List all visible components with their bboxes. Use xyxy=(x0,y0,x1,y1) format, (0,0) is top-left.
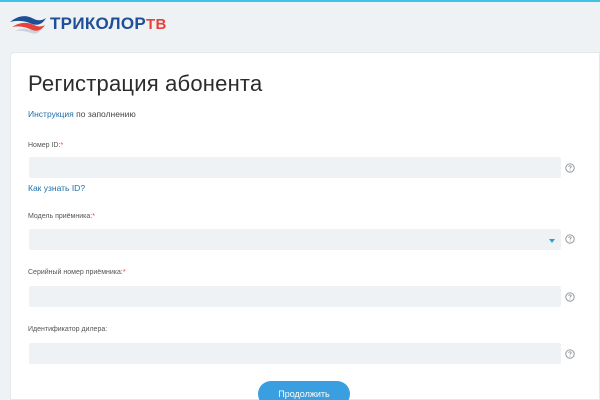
instruction-link[interactable]: Инструкция xyxy=(28,109,74,119)
model-select[interactable] xyxy=(29,229,561,250)
logo-brand-suffix: ТВ xyxy=(146,16,167,33)
id-input[interactable] xyxy=(29,157,561,178)
logo-text: ТРИКОЛОР ТВ xyxy=(50,14,167,34)
serial-field-label: Серийный номер приёмника:* xyxy=(28,269,126,276)
top-accent-line xyxy=(0,0,600,2)
page-title: Регистрация абонента xyxy=(28,71,263,96)
how-to-find-id-link[interactable]: Как узнать ID? xyxy=(28,183,85,193)
registration-card: Регистрация абонента Инструкция по запол… xyxy=(10,52,600,400)
id-field-label: Номер ID:* xyxy=(28,142,64,149)
chevron-down-icon[interactable] xyxy=(549,239,555,243)
question-circle-icon[interactable] xyxy=(565,163,575,173)
required-mark: * xyxy=(92,213,95,220)
question-circle-icon[interactable] xyxy=(565,292,575,302)
model-field-label: Модель приёмника:* xyxy=(28,213,95,220)
question-circle-icon[interactable] xyxy=(565,234,575,244)
tricolor-logo[interactable]: ТРИКОЛОР ТВ xyxy=(8,11,167,37)
question-circle-icon[interactable] xyxy=(565,349,575,359)
instruction-line: Инструкция по заполнению xyxy=(28,109,136,119)
required-mark: * xyxy=(122,269,126,276)
logo-brand-name: ТРИКОЛОР xyxy=(50,14,147,33)
serial-input[interactable] xyxy=(29,286,561,307)
tricolor-logo-icon xyxy=(10,16,46,34)
dealer-input[interactable] xyxy=(29,343,561,364)
continue-button[interactable]: Продолжить xyxy=(258,381,350,400)
dealer-field-label: Идентификатор дилера: xyxy=(28,326,108,333)
required-mark: * xyxy=(60,142,64,149)
instruction-text: по заполнению xyxy=(73,109,136,119)
